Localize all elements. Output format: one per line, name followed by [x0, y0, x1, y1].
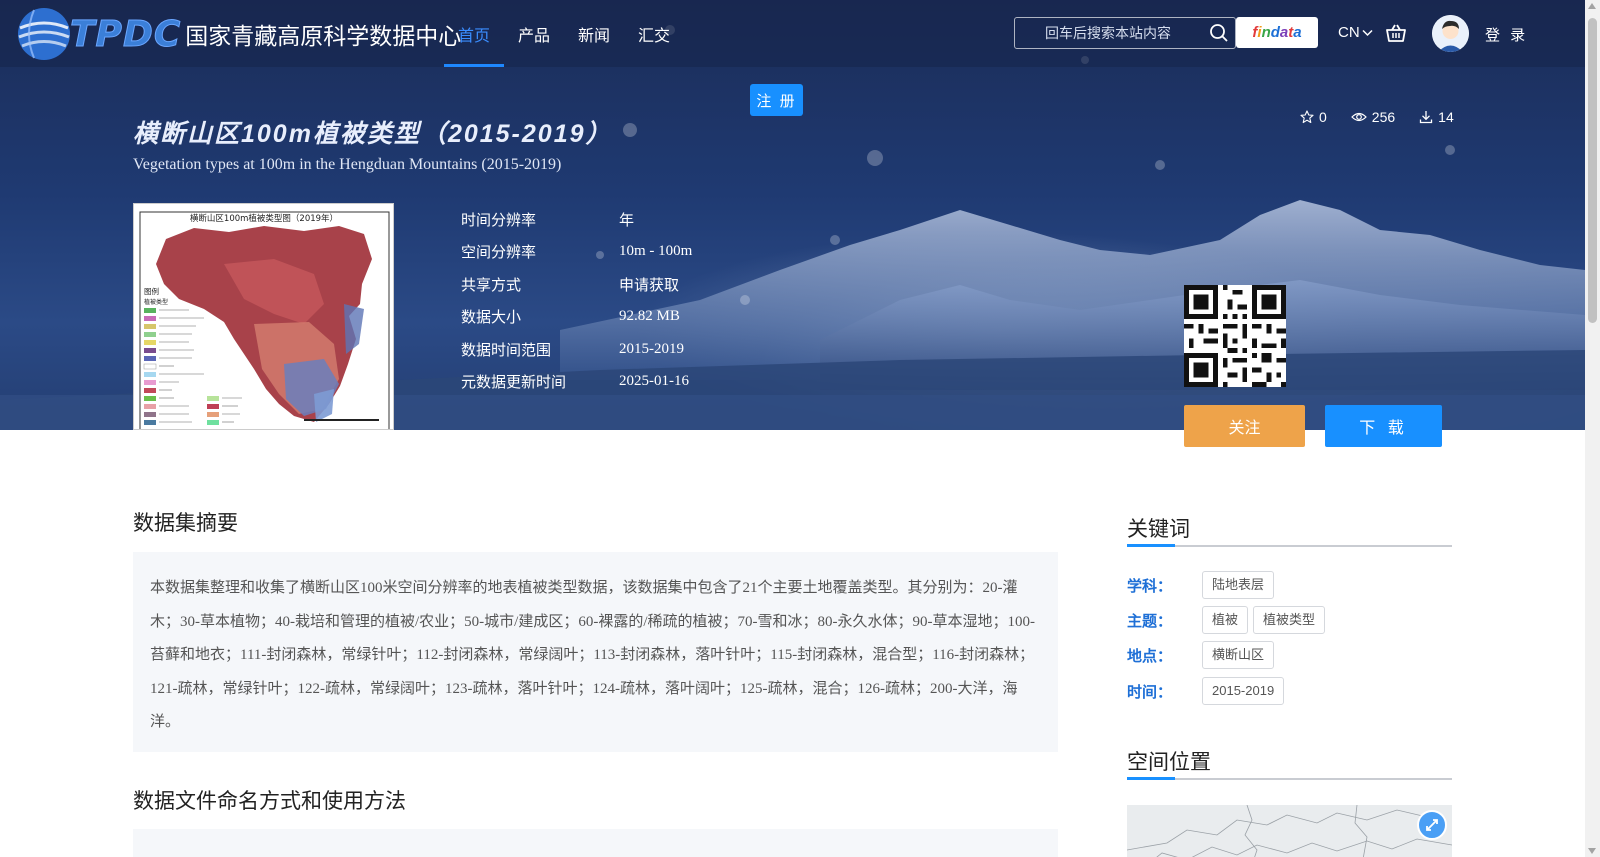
meta-row: 共享方式 申请获取: [461, 268, 692, 301]
meta-key: 时间分辨率: [461, 211, 537, 229]
expand-icon: [1426, 819, 1438, 831]
location-divider: [1127, 777, 1452, 780]
download-count: 14: [1419, 109, 1454, 125]
meta-row: 数据大小 92.82 MB: [461, 301, 692, 334]
naming-section-title: 数据文件命名方式和使用方法: [133, 790, 406, 813]
meta-row: 空间分辨率 10m - 100m: [461, 236, 692, 269]
dataset-title-cn: 横断山区100m植被类型（2015-2019）: [133, 120, 613, 148]
keywords-divider: [1127, 544, 1452, 547]
meta-value: 申请获取: [619, 277, 680, 294]
nav-item-home[interactable]: 首页: [444, 0, 505, 67]
keyword-tag[interactable]: 植被类型: [1253, 606, 1326, 634]
dataset-metadata: 时间分辨率 年 空间分辨率 10m - 100m 共享方式 申请获取 数据大小 …: [461, 203, 692, 398]
naming-content-box: [133, 829, 1058, 857]
vegetation-map-image: 横断山区100m植被类型图（2019年） 图例 植被类型: [134, 204, 393, 429]
download-icon: [1420, 111, 1433, 124]
findata-button[interactable]: findata: [1236, 17, 1318, 48]
keyword-row-theme: 主题： 植被 植被类型: [1127, 606, 1330, 634]
top-navbar: TPDC 国家青藏高原科学数据中心 首页 产品 新闻 汇交 findata CN: [0, 0, 1585, 67]
page-scrollbar[interactable]: [1585, 0, 1600, 857]
map-boundaries: [1127, 805, 1452, 857]
star-icon: [1300, 110, 1314, 124]
site-logo[interactable]: TPDC 国家青藏高原科学数据中心: [14, 2, 461, 66]
scroll-up-arrow-icon[interactable]: [1588, 3, 1596, 9]
download-button[interactable]: 下 载: [1325, 405, 1442, 447]
globe-logo-icon: [18, 8, 70, 60]
chevron-down-icon: [1362, 29, 1373, 36]
keyword-label: 主题：: [1127, 612, 1173, 630]
meta-row: 数据时间范围 2015-2019: [461, 333, 692, 366]
keyword-tag[interactable]: 陆地表层: [1202, 571, 1275, 599]
dataset-title-en: Vegetation types at 100m in the Hengduan…: [133, 156, 562, 173]
keyword-label: 学科：: [1127, 577, 1173, 595]
download-count-value: 14: [1438, 109, 1454, 125]
keyword-row-subject: 学科： 陆地表层: [1127, 571, 1279, 599]
legend-subtitle: 植被类型: [144, 298, 168, 306]
search-icon[interactable]: [1209, 23, 1229, 43]
star-count-value: 0: [1319, 109, 1327, 125]
meta-key: 数据大小: [461, 309, 522, 327]
qr-code-icon: [1184, 285, 1286, 387]
basket-icon[interactable]: [1385, 22, 1407, 44]
keyword-tag[interactable]: 植被: [1202, 606, 1249, 634]
register-button[interactable]: 注 册: [750, 84, 803, 116]
language-label: CN: [1338, 24, 1360, 41]
keyword-label: 地点：: [1127, 647, 1173, 665]
search-input[interactable]: [1015, 18, 1195, 48]
meta-value: 92.82 MB: [619, 308, 680, 325]
meta-row: 元数据更新时间 2025-01-16: [461, 366, 692, 399]
star-count[interactable]: 0: [1300, 109, 1327, 125]
user-avatar-icon: [1432, 15, 1469, 52]
qr-code: [1184, 285, 1286, 387]
map-expand-button[interactable]: [1417, 810, 1447, 840]
legend-title: 图例: [144, 286, 159, 296]
main-nav: 首页 产品 新闻 汇交: [444, 0, 684, 67]
scrollbar-thumb[interactable]: [1588, 18, 1597, 323]
avatar[interactable]: [1432, 15, 1469, 52]
keyword-tag[interactable]: 2015-2019: [1202, 677, 1285, 705]
keyword-tag[interactable]: 横断山区: [1202, 641, 1275, 669]
meta-row: 时间分辨率 年: [461, 203, 692, 236]
meta-value: 10m - 100m: [619, 243, 693, 260]
eye-icon: [1350, 112, 1367, 122]
search-box: [1014, 17, 1236, 49]
spatial-location-map[interactable]: [1127, 805, 1452, 857]
thumbnail-title: 横断山区100m植被类型图（2019年）: [190, 213, 338, 224]
view-count-value: 256: [1371, 109, 1396, 125]
scroll-down-arrow-icon[interactable]: [1588, 848, 1596, 854]
dataset-thumbnail[interactable]: 横断山区100m植被类型图（2019年） 图例 植被类型: [133, 203, 394, 430]
site-name: 国家青藏高原科学数据中心: [185, 23, 462, 49]
logo-tpdc-text: TPDC: [69, 13, 182, 55]
meta-key: 数据时间范围: [461, 341, 552, 359]
abstract-title: 数据集摘要: [133, 512, 238, 535]
meta-value: 2015-2019: [619, 340, 684, 357]
meta-value: 2025-01-16: [619, 373, 689, 390]
keywords-title: 关键词: [1127, 518, 1190, 541]
keyword-label: 时间：: [1127, 683, 1173, 701]
meta-key: 共享方式: [461, 276, 522, 294]
nav-item-products[interactable]: 产品: [504, 0, 564, 67]
login-link[interactable]: 登 录: [1485, 24, 1528, 45]
keyword-row-time: 时间： 2015-2019: [1127, 677, 1289, 705]
view-count: 256: [1350, 109, 1396, 125]
dataset-stats: 0 256 14: [1300, 109, 1454, 125]
abstract-text: 本数据集整理和收集了横断山区100米空间分辨率的地表植被类型数据，该数据集中包含…: [133, 552, 1058, 752]
location-title: 空间位置: [1127, 751, 1211, 774]
follow-button[interactable]: 关注: [1184, 405, 1305, 447]
meta-value: 年: [619, 212, 635, 229]
nav-item-submit[interactable]: 汇交: [624, 0, 684, 67]
meta-key: 元数据更新时间: [461, 374, 567, 392]
nav-item-news[interactable]: 新闻: [564, 0, 624, 67]
keyword-row-place: 地点： 横断山区: [1127, 641, 1279, 669]
meta-key: 空间分辨率: [461, 244, 537, 262]
language-switch[interactable]: CN: [1338, 24, 1373, 41]
